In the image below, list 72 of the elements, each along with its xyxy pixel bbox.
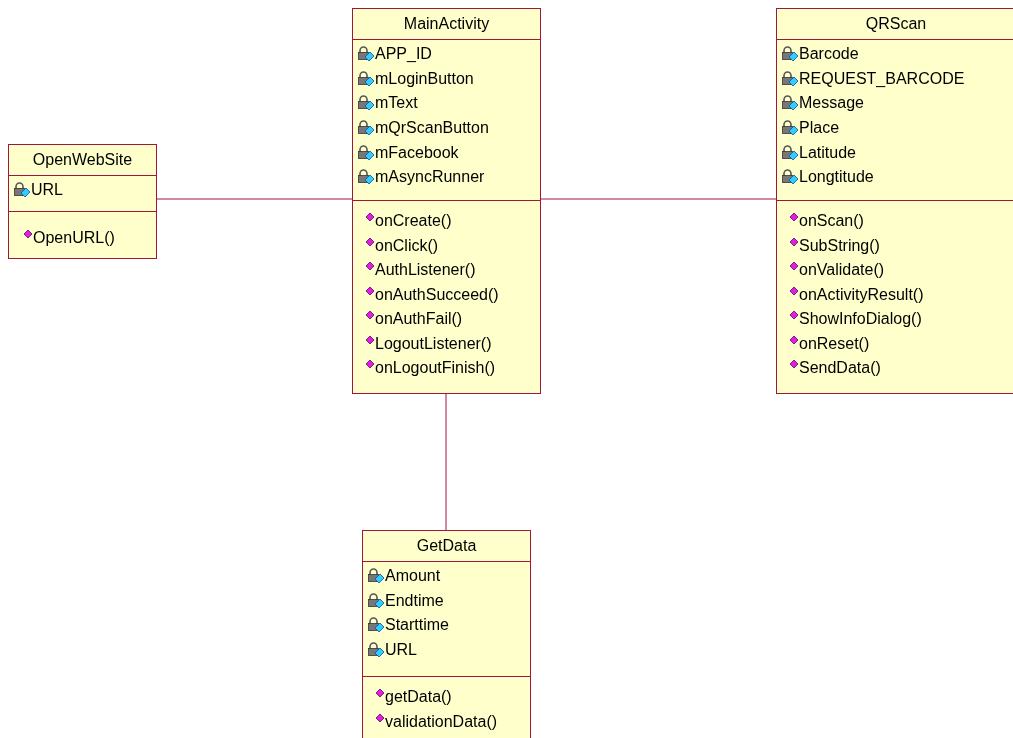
attribute-label: URL — [31, 180, 63, 201]
diamond-icon — [789, 334, 799, 345]
attribute-label: mQrScanButton — [375, 118, 489, 139]
operation-label: validationData() — [385, 711, 498, 732]
diamond-icon — [365, 236, 375, 247]
diamond-icon — [789, 236, 799, 247]
diamond-icon — [789, 212, 799, 223]
diamond-icon — [365, 310, 375, 321]
diamond-icon — [365, 334, 375, 345]
attribute-label: Starttime — [385, 615, 449, 636]
operation-label: onLogoutFinish() — [375, 358, 496, 379]
lock-diamond-icon — [357, 169, 375, 186]
operation-label: onValidate() — [799, 260, 885, 281]
class-name: OpenWebSite — [9, 145, 156, 176]
lock-diamond-icon — [781, 70, 799, 87]
attribute-label: URL — [385, 640, 417, 661]
operation-label: LogoutListener() — [375, 333, 492, 354]
lock-diamond-icon — [367, 592, 385, 609]
operation-label: ShowInfoDialog() — [799, 309, 922, 330]
operation-label: AuthListener() — [375, 260, 476, 281]
attribute-label: mFacebook — [375, 142, 459, 163]
diamond-icon — [375, 712, 385, 723]
lock-diamond-icon — [357, 144, 375, 161]
attribute-label: APP_ID — [375, 44, 432, 65]
attribute-label: Amount — [385, 566, 441, 587]
class-name: MainActivity — [353, 9, 540, 40]
lock-diamond-icon — [781, 46, 799, 63]
operation-label: SendData() — [799, 358, 881, 379]
lock-diamond-icon — [781, 120, 799, 137]
class-name: GetData — [363, 531, 530, 562]
lock-diamond-icon — [357, 95, 375, 112]
operation-label: onClick() — [375, 235, 439, 256]
operation-label: onAuthSucceed() — [375, 284, 499, 305]
diamond-icon — [789, 310, 799, 321]
operation-label: getData() — [385, 687, 452, 708]
diamond-icon — [789, 359, 799, 370]
lock-diamond-icon — [367, 617, 385, 634]
lock-diamond-icon — [13, 182, 31, 199]
lock-diamond-icon — [367, 642, 385, 659]
diamond-icon — [375, 688, 385, 699]
attribute-label: mAsyncRunner — [375, 167, 485, 188]
diamond-icon — [23, 229, 33, 240]
diamond-icon — [365, 212, 375, 223]
attribute-label: Endtime — [385, 590, 444, 611]
class-name: QRScan — [777, 9, 1013, 40]
operation-label: onScan() — [799, 211, 864, 232]
operation-label: SubString() — [799, 235, 880, 256]
lock-diamond-icon — [357, 70, 375, 87]
operation-label: OpenURL() — [33, 228, 115, 249]
lock-diamond-icon — [781, 169, 799, 186]
lock-diamond-icon — [781, 144, 799, 161]
operation-label: onActivityResult() — [799, 284, 924, 305]
attribute-label: REQUEST_BARCODE — [799, 68, 965, 89]
attribute-label: mLoginButton — [375, 68, 474, 89]
operation-label: onCreate() — [375, 211, 452, 232]
lock-diamond-icon — [357, 120, 375, 137]
operation-label: onReset() — [799, 333, 870, 354]
diamond-icon — [365, 285, 375, 296]
diamond-icon — [789, 285, 799, 296]
operation-label: onAuthFail() — [375, 309, 463, 330]
lock-diamond-icon — [357, 46, 375, 63]
diamond-icon — [365, 359, 375, 370]
attribute-label: mText — [375, 93, 418, 114]
lock-diamond-icon — [367, 568, 385, 585]
attribute-label: Message — [799, 93, 864, 114]
attribute-label: Place — [799, 118, 840, 139]
attribute-label: Latitude — [799, 142, 856, 163]
attribute-label: Barcode — [799, 44, 859, 65]
attribute-label: Longtitude — [799, 167, 874, 188]
diamond-icon — [789, 261, 799, 272]
lock-diamond-icon — [781, 95, 799, 112]
diamond-icon — [365, 261, 375, 272]
